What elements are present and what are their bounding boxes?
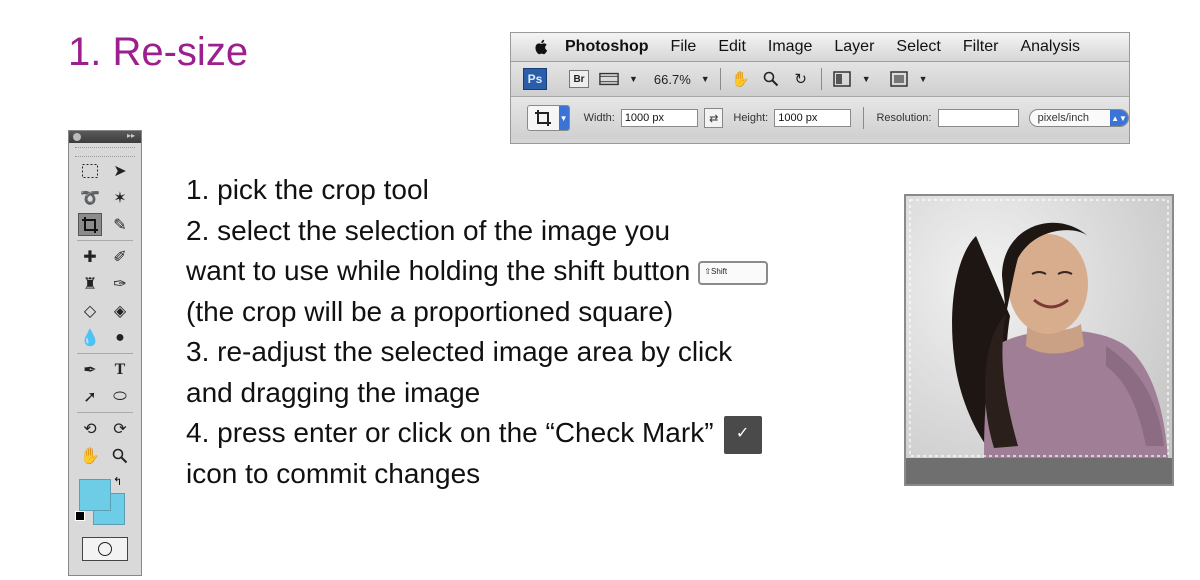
menu-app-name[interactable]: Photoshop xyxy=(565,38,649,56)
healing-brush-icon[interactable]: ✚ xyxy=(78,245,102,268)
step-3-line-1: 3. re-adjust the selected image area by … xyxy=(186,336,733,367)
blur-tool-icon[interactable]: 💧 xyxy=(78,326,102,349)
toolbar-divider xyxy=(719,68,721,90)
paint-bucket-icon[interactable]: ◈ xyxy=(108,299,132,322)
width-field[interactable]: 1000 px xyxy=(620,109,699,127)
crop-tool-preset-picker[interactable]: ▼ xyxy=(527,105,570,131)
quick-mask-icon xyxy=(98,542,112,556)
photoshop-window-bars: Photoshop File Edit Image Layer Select F… xyxy=(510,32,1130,144)
swap-dimensions-icon[interactable]: ⇄ xyxy=(704,108,724,128)
chevron-down-icon[interactable]: ▼ xyxy=(629,74,638,84)
dodge-tool-icon[interactable]: ● xyxy=(108,326,132,349)
page-title: 1. Re-size xyxy=(68,30,249,74)
chevron-updown-icon: ▲▼ xyxy=(1110,110,1128,126)
quick-mask-button[interactable] xyxy=(82,537,128,561)
step-2-line-2: want to use while holding the shift butt… xyxy=(186,251,769,292)
shift-key-icon: ⇧Shift xyxy=(698,260,769,285)
step-1: 1. pick the crop tool xyxy=(186,174,429,205)
options-divider xyxy=(863,107,865,129)
tools-panel-header[interactable]: ▸▸ xyxy=(69,131,141,143)
step-2-text: want to use while holding the shift butt… xyxy=(186,255,691,286)
screen-mode-icon[interactable] xyxy=(889,70,909,88)
width-label: Width: xyxy=(583,112,615,124)
chevron-down-icon[interactable]: ▼ xyxy=(701,74,710,84)
foreground-color-swatch[interactable] xyxy=(79,479,111,511)
brush-tool-icon[interactable]: ✐ xyxy=(108,245,132,268)
menu-select[interactable]: Select xyxy=(896,38,940,56)
history-brush-icon[interactable]: ✑ xyxy=(108,272,132,295)
3d-orbit-icon[interactable]: ⟳ xyxy=(108,417,132,440)
resolution-field[interactable] xyxy=(937,109,1019,127)
default-colors-icon[interactable] xyxy=(75,511,85,521)
bridge-button[interactable]: Br xyxy=(569,70,589,88)
menu-image[interactable]: Image xyxy=(768,38,812,56)
marquee-tool-icon[interactable] xyxy=(78,159,102,182)
crop-icon xyxy=(535,110,551,126)
units-value: pixels/inch xyxy=(1037,112,1089,124)
step-4-line-2: icon to commit changes xyxy=(186,457,481,489)
eraser-icon[interactable]: ◇ xyxy=(78,299,102,322)
toolbar-divider xyxy=(820,68,822,90)
step-4-line-1: 4. press enter or click on the “Check Ma… xyxy=(186,413,768,454)
woman-photo-illustration xyxy=(906,196,1172,484)
menu-filter[interactable]: Filter xyxy=(963,38,999,56)
panel-grip[interactable] xyxy=(75,147,135,157)
menu-edit[interactable]: Edit xyxy=(718,38,746,56)
color-swatches: ↰ xyxy=(69,475,141,531)
swap-colors-icon[interactable]: ↰ xyxy=(113,475,122,488)
arrange-documents-icon[interactable] xyxy=(832,70,852,88)
crop-example-photo xyxy=(904,194,1174,486)
hand-tool-icon[interactable]: ✋ xyxy=(78,444,102,467)
tools-panel: ▸▸ ➤ ➰ ✶ ✎ ✚ ✐ ♜ ✑ ◇ ◈ 💧 ● ✒ T ➚ ⬭ ⟲ ⟳ ✋… xyxy=(68,130,142,576)
zoom-level[interactable]: 66.7% xyxy=(654,72,691,87)
instructions: 1. pick the crop tool 2. select the sele… xyxy=(186,170,769,494)
chevron-down-icon[interactable]: ▼ xyxy=(919,74,928,84)
resolution-units-select[interactable]: pixels/inch ▲▼ xyxy=(1028,109,1129,127)
options-bar: ▼ Width: 1000 px ⇄ Height: 1000 px Resol… xyxy=(511,97,1129,139)
step-4-text: 4. press enter or click on the “Check Ma… xyxy=(186,417,714,448)
hand-icon[interactable]: ✋ xyxy=(731,70,751,88)
menubar: Photoshop File Edit Image Layer Select F… xyxy=(511,33,1129,62)
chevron-down-icon[interactable]: ▼ xyxy=(862,74,871,84)
magic-wand-icon[interactable]: ✶ xyxy=(108,186,132,209)
step-3-line-2: and dragging the image xyxy=(186,376,481,408)
height-label: Height: xyxy=(733,112,769,124)
rotate-view-icon[interactable]: ↻ xyxy=(791,70,811,88)
3d-rotate-icon[interactable]: ⟲ xyxy=(78,417,102,440)
eyedropper-icon[interactable]: ✎ xyxy=(108,213,132,236)
height-field[interactable]: 1000 px xyxy=(774,109,852,127)
clone-stamp-icon[interactable]: ♜ xyxy=(78,272,102,295)
step-2-line-3: (the crop will be a proportioned square) xyxy=(186,295,674,327)
check-mark-icon: ✓ xyxy=(723,415,762,454)
chevron-down-icon[interactable]: ▼ xyxy=(558,106,569,130)
path-selection-icon[interactable]: ➚ xyxy=(78,385,102,408)
zoom-tool-icon[interactable] xyxy=(108,444,132,467)
menu-analysis[interactable]: Analysis xyxy=(1020,38,1080,56)
type-tool-icon[interactable]: T xyxy=(108,358,132,381)
close-icon[interactable] xyxy=(73,133,81,141)
lasso-tool-icon[interactable]: ➰ xyxy=(78,186,102,209)
shape-tool-icon[interactable]: ⬭ xyxy=(108,385,132,408)
move-tool-icon[interactable]: ➤ xyxy=(108,159,132,182)
menu-layer[interactable]: Layer xyxy=(834,38,874,56)
zoom-icon[interactable] xyxy=(761,70,781,88)
step-2-line-1: 2. select the selection of the image you xyxy=(186,214,671,246)
application-bar: Ps Br ▼ 66.7% ▼ ✋ ↻ ▼ ▼ xyxy=(511,62,1129,97)
apple-icon[interactable] xyxy=(533,38,551,56)
ps-logo-icon: Ps xyxy=(523,68,547,90)
collapse-icon[interactable]: ▸▸ xyxy=(127,131,135,140)
pen-tool-icon[interactable]: ✒ xyxy=(78,358,102,381)
crop-tool-icon[interactable] xyxy=(78,213,102,236)
resolution-label: Resolution: xyxy=(876,112,932,124)
menu-file[interactable]: File xyxy=(671,38,697,56)
view-extras-icon[interactable] xyxy=(599,70,619,88)
